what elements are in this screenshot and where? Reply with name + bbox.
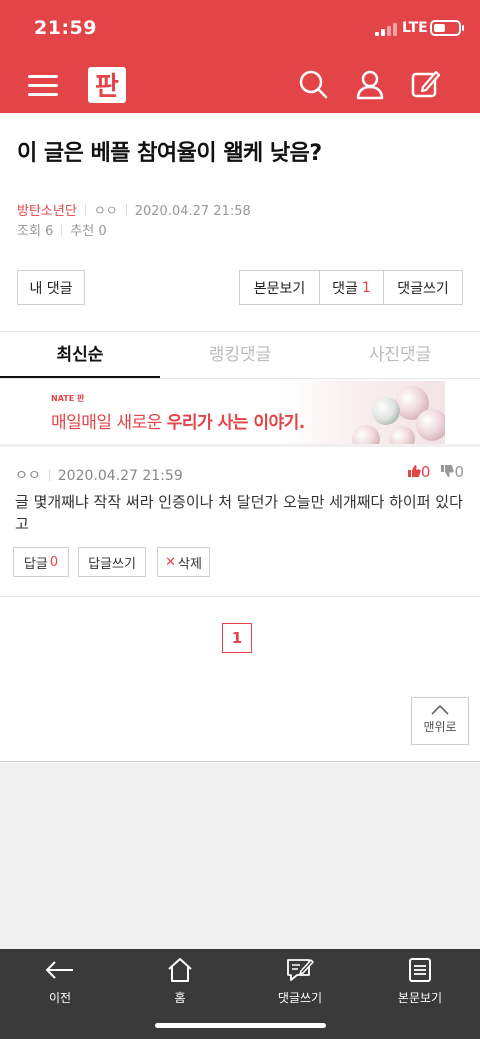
banner-brand: NATE 판 [51,394,85,403]
banner-text-bold: 우리가 사는 이야기. [166,413,305,433]
write-comment-icon [287,959,314,981]
signal-icon [375,22,399,36]
tab-latest[interactable]: 최신순 [0,334,160,379]
views-count: 6 [45,224,54,239]
content-area: 이 글은 베플 참여율이 왤케 낮음? 방탄소년단 ㅇㅇ 2020.04.27 21… [0,113,480,763]
my-comments-label: 내 댓글 [29,280,73,297]
board-name[interactable]: 방탄소년단 [17,204,77,219]
comment-tabs: 최신순 랭킹댓글 사진댓글 [0,334,480,379]
post-title: 이 글은 베플 참여율이 왤케 낮음? [17,141,322,166]
comment-meta: ㅇㅇ 2020.04.27 21:59 [15,465,183,485]
back-arrow-icon [45,961,73,979]
page-number-current[interactable]: 1 [222,623,252,653]
divider [0,761,480,762]
bottom-nav-home[interactable]: 홈 [120,957,240,1006]
reply-button[interactable]: 답글 0 [13,547,69,577]
view-post-button[interactable]: 본문보기 [239,270,320,305]
like-count: 0 [420,463,431,481]
bottom-nav: 이전 홈 댓글쓰기 본문보기 [0,949,480,1039]
menu-icon[interactable] [28,73,58,97]
comment-section-divider [0,444,480,447]
comment-datetime: 2020.04.27 21:59 [57,468,183,484]
thumbs-up-icon [407,465,421,477]
dislike-count: 0 [454,463,464,481]
comment-votes: 0 0 [407,463,464,481]
view-post-label: 본문보기 [253,280,306,297]
comments-button[interactable]: 댓글 1 [319,270,384,305]
close-icon: ✕ [165,554,176,570]
bottom-nav-write-comment-label: 댓글쓰기 [277,991,323,1005]
banner-text: 매일매일 새로운 우리가 사는 이야기. [51,408,305,433]
pearls-image [352,386,445,444]
comments-label: 댓글 [332,280,358,297]
divider [0,596,480,597]
write-reply-button[interactable]: 답글쓰기 [78,547,146,577]
scroll-to-top-button[interactable]: 맨위로 [411,697,469,745]
status-bar: 21:59 LTE [0,0,480,58]
banner-text-plain: 매일매일 새로운 [51,413,167,433]
divider [0,378,480,379]
write-comment-label: 댓글쓰기 [397,280,449,297]
top-bar: 21:59 LTE 판 [0,0,480,113]
like-button[interactable]: 0 [407,463,431,481]
scroll-to-top-label: 맨위로 [423,720,457,734]
comment-body: 글 몇개째냐 작작 써라 인증이나 처 달던가 오늘만 세개째다 하이퍼 있다고 [15,493,463,533]
ad-banner[interactable]: NATE 판 매일매일 새로운 우리가 사는 이야기. [36,381,445,444]
post-datetime: 2020.04.27 21:58 [134,204,251,219]
compose-icon[interactable] [410,68,442,100]
write-comment-button[interactable]: 댓글쓰기 [383,270,463,305]
app-nav: 판 [0,58,480,113]
write-reply-label: 답글쓰기 [88,556,136,572]
comments-count: 1 [361,279,371,296]
tab-ranking[interactable]: 랭킹댓글 [160,334,320,379]
comment-author: ㅇㅇ [15,468,41,484]
svg-text:판: 판 [95,72,119,102]
recommend-label: 추천 [70,224,95,239]
pann-logo[interactable]: 판 [86,64,128,106]
bottom-nav-view-post[interactable]: 본문보기 [360,957,480,1006]
home-indicator[interactable] [155,1023,326,1028]
reply-label: 답글 [23,556,48,572]
recommend-count: 0 [98,224,107,239]
bottom-nav-home-label: 홈 [174,991,186,1005]
post-meta: 방탄소년단 ㅇㅇ 2020.04.27 21:58 [17,200,251,219]
views-label: 조회 [17,224,41,239]
battery-icon [430,20,464,36]
delete-label: 삭제 [177,556,202,572]
divider [0,331,480,332]
chevron-up-icon [431,704,449,715]
thumbs-down-icon [441,465,455,477]
my-comments-button[interactable]: 내 댓글 [17,270,85,305]
bottom-nav-back[interactable]: 이전 [0,957,120,1006]
bottom-nav-view-post-label: 본문보기 [397,991,443,1005]
reply-count: 0 [49,554,59,570]
status-time: 21:59 [34,17,97,39]
home-icon [168,958,192,982]
post-author: ㅇㅇ [93,204,118,219]
dislike-button[interactable]: 0 [440,463,464,481]
bottom-nav-write-comment[interactable]: 댓글쓰기 [240,957,360,1006]
post-stats: 조회 6 추천 0 [17,220,107,239]
network-label: LTE [402,20,428,36]
delete-button[interactable]: ✕ 삭제 [157,547,210,577]
user-icon[interactable] [354,68,386,100]
document-icon [409,958,431,982]
tab-photo[interactable]: 사진댓글 [320,334,480,379]
search-icon[interactable] [297,68,329,100]
bottom-nav-back-label: 이전 [48,991,72,1005]
